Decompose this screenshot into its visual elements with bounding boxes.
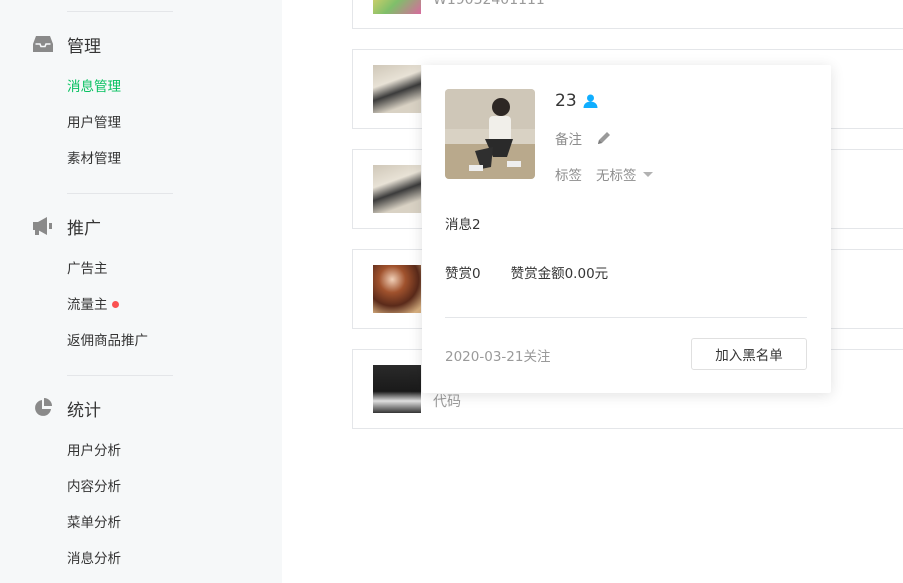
message-card[interactable]: W19032401111 [352, 0, 903, 29]
thumbnail-image [373, 0, 421, 14]
sidebar-divider [67, 11, 173, 12]
sidebar-item-rebate-promotion[interactable]: 返佣商品推广 [67, 331, 148, 351]
section-title-management: 管理 [67, 36, 101, 57]
thumbnail-image [373, 365, 421, 413]
pie-chart-icon [32, 397, 54, 419]
message-card-text: W19032401111 [433, 0, 545, 8]
sidebar-item-publisher[interactable]: 流量主 [67, 295, 119, 315]
sidebar-divider [67, 193, 173, 194]
follow-date: 2020-03-21关注 [445, 349, 551, 365]
reward-count: 赞赏0 [445, 266, 481, 282]
section-management: 管理 [32, 32, 101, 57]
remark-row: 备注 [555, 128, 611, 148]
sidebar-item-message-analysis[interactable]: 消息分析 [67, 549, 121, 569]
sidebar-item-material-management[interactable]: 素材管理 [67, 149, 121, 169]
popover-divider [445, 317, 807, 318]
tag-row: 标签 无标签 [555, 164, 655, 184]
user-icon [583, 94, 598, 108]
tag-dropdown[interactable]: 无标签 [596, 164, 655, 184]
user-message: 消息2 [445, 217, 481, 233]
sidebar-item-label: 流量主 [67, 297, 108, 313]
section-title-promotion: 推广 [67, 218, 101, 239]
reward-stats: 赞赏0 赞赏金额0.00元 [445, 262, 608, 282]
caret-down-icon [642, 172, 653, 177]
user-info-popover: 23 备注 标签 无标签 消息2 赞赏0 赞赏金额0.00元 2020-03-2… [422, 65, 831, 393]
sidebar-item-advertiser[interactable]: 广告主 [67, 259, 108, 279]
sidebar-item-message-management[interactable]: 消息管理 [67, 77, 121, 97]
sidebar-item-menu-analysis[interactable]: 菜单分析 [67, 513, 121, 533]
thumbnail-image [373, 65, 421, 113]
edit-remark-button[interactable] [596, 131, 611, 146]
sidebar-item-content-analysis[interactable]: 内容分析 [67, 477, 121, 497]
add-to-blacklist-button[interactable]: 加入黑名单 [691, 338, 807, 370]
remark-label: 备注 [555, 132, 582, 148]
notification-dot [111, 300, 119, 308]
thumbnail-image [373, 165, 421, 213]
user-avatar [445, 89, 535, 179]
tag-value: 无标签 [596, 168, 637, 184]
megaphone-icon [32, 215, 54, 237]
inbox-icon [32, 33, 54, 55]
tag-label: 标签 [555, 168, 582, 184]
pencil-icon [598, 131, 610, 144]
sidebar-item-user-analysis[interactable]: 用户分析 [67, 441, 121, 461]
sidebar: 管理 消息管理 用户管理 素材管理 推广 广告主 流量主 返佣商品推广 统计 用… [0, 0, 282, 583]
message-card-text: 代码 [433, 394, 461, 410]
section-promotion: 推广 [32, 214, 101, 239]
section-statistics: 统计 [32, 396, 101, 421]
user-name: 23 [555, 91, 598, 111]
sidebar-item-user-management[interactable]: 用户管理 [67, 113, 121, 133]
user-name-text: 23 [555, 91, 577, 111]
section-title-statistics: 统计 [67, 400, 101, 421]
sidebar-divider [67, 375, 173, 376]
thumbnail-image [373, 265, 421, 313]
reward-amount: 赞赏金额0.00元 [510, 266, 609, 282]
